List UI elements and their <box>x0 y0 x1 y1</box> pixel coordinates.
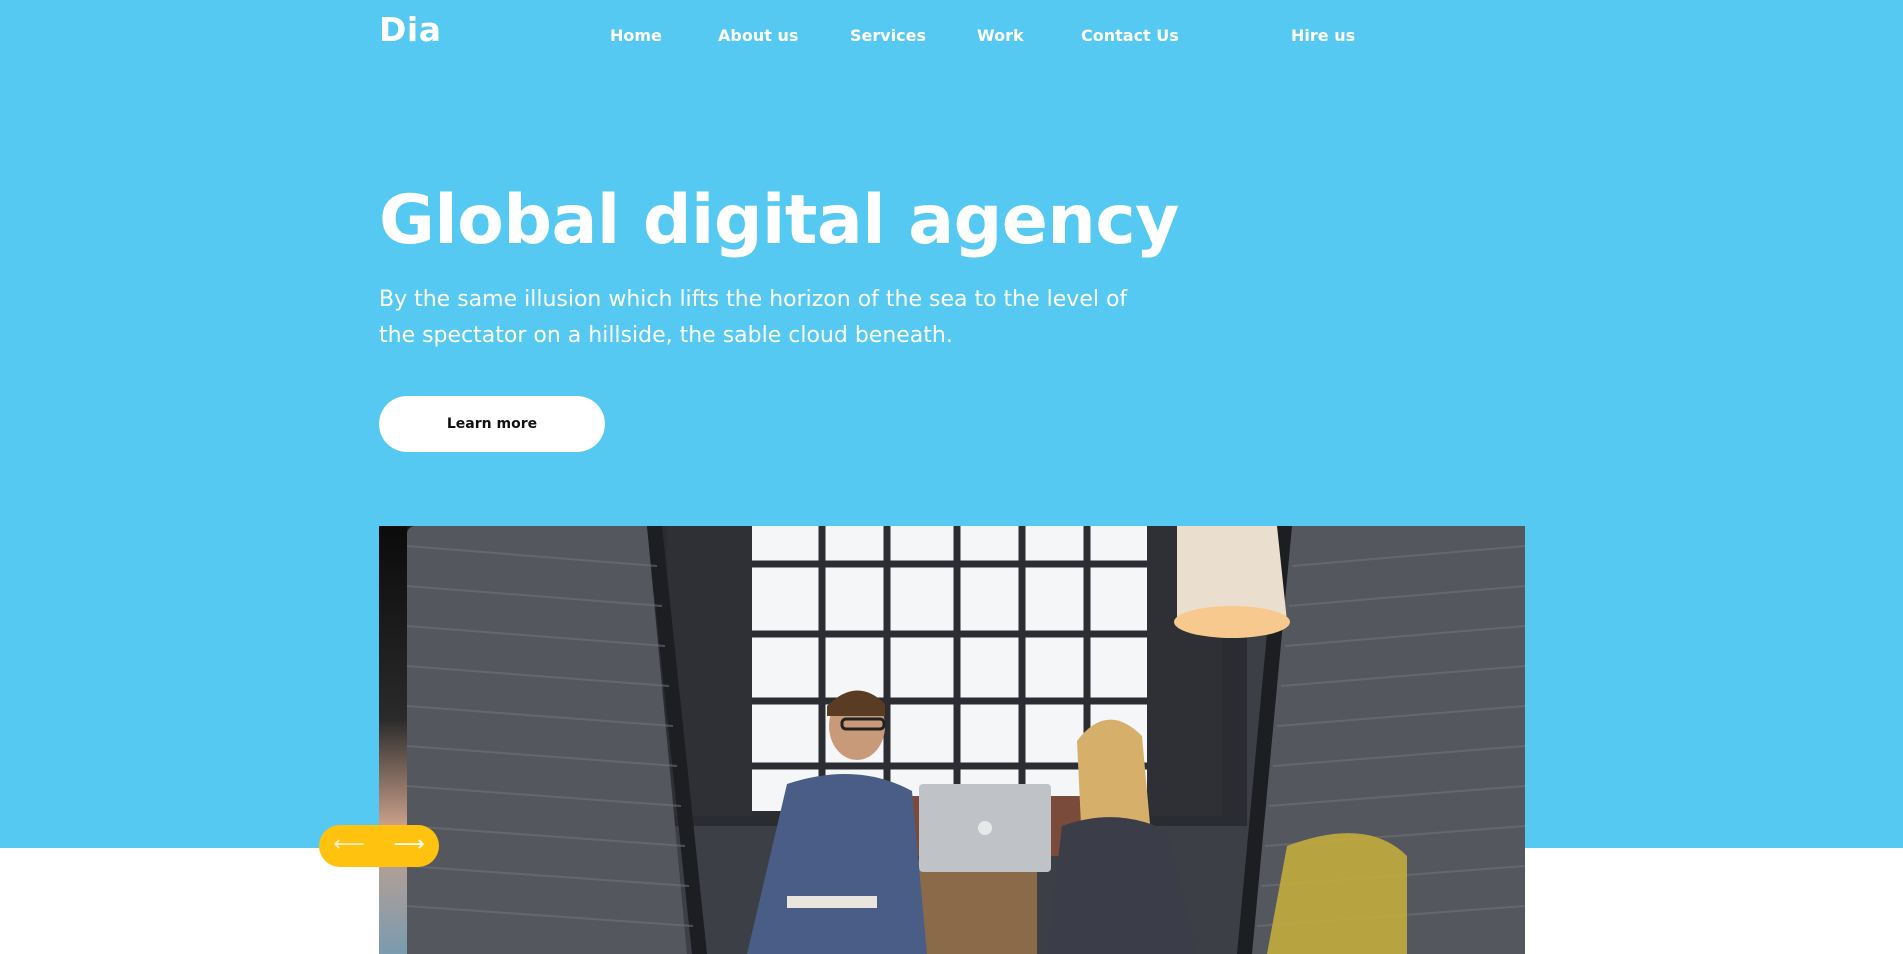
nav-item-work[interactable]: Work <box>977 26 1024 45</box>
landing-page: Dia Home About us Services Work Contact … <box>0 0 1903 954</box>
nav-item-contact-us[interactable]: Contact Us <box>1081 26 1179 45</box>
image-slider <box>379 526 1525 954</box>
hero-subtitle: By the same illusion which lifts the hor… <box>379 287 1128 348</box>
pendant-lamp <box>1174 526 1290 638</box>
slide-photo <box>407 526 1525 954</box>
slide-preview-previous[interactable] <box>379 526 407 954</box>
nav-item-hire-us[interactable]: Hire us <box>1291 26 1355 45</box>
learn-more-button[interactable]: Learn more <box>379 396 605 452</box>
hero-title: Global digital agency <box>379 181 1179 260</box>
slider-controls: ⟵ ⟶ <box>319 825 439 867</box>
laptop <box>919 784 1051 872</box>
slide-current <box>407 526 1525 954</box>
slider-prev-arrow-icon[interactable]: ⟵ <box>319 825 379 867</box>
site-logo[interactable]: Dia <box>379 10 441 49</box>
nav-item-home[interactable]: Home <box>610 26 662 45</box>
nav-item-services[interactable]: Services <box>850 26 926 45</box>
slider-next-arrow-icon[interactable]: ⟶ <box>379 825 439 867</box>
nav-item-about-us[interactable]: About us <box>718 26 798 45</box>
